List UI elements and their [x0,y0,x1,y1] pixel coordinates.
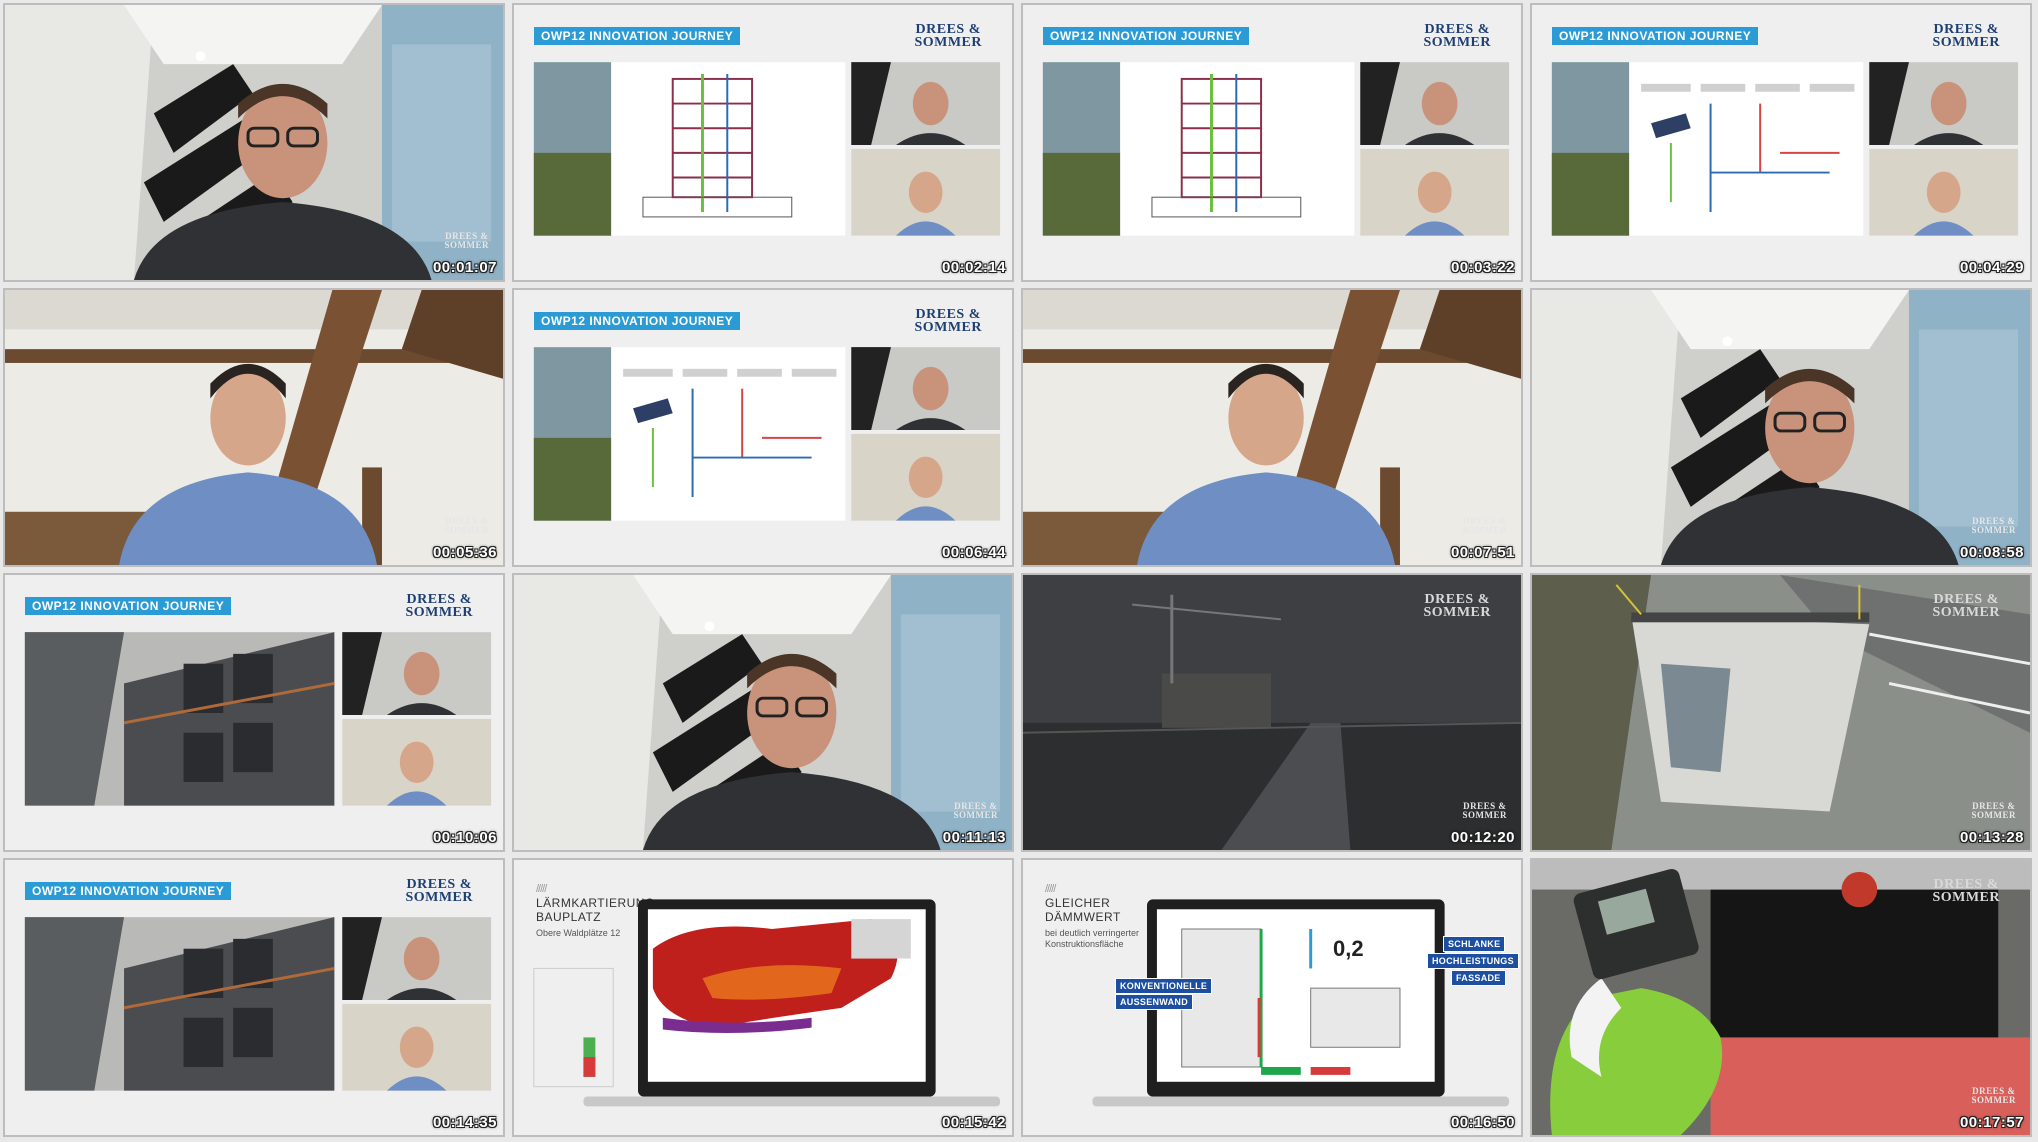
drees-sommer-watermark: DREES & SOMMER [953,801,998,820]
tag-outer-wall: AUSSENWAND [1115,994,1194,1010]
building-diagram [1042,62,1510,236]
video-thumbnail[interactable]: DREES & SOMMER DREES & SOMMER 00:13:28 [1530,573,2032,852]
insulation-value: 0,2 [1333,936,1364,961]
video-thumbnail[interactable]: DREES & SOMMER 00:08:58 [1530,288,2032,567]
drees-sommer-watermark: DREES & SOMMER [1462,516,1507,535]
thumbnail-timestamp: 00:04:29 [1959,259,2024,276]
video-thumbnail[interactable]: ///// GLEICHER DÄMMWERT bei deutlich ver… [1021,858,1523,1137]
video-thumbnail[interactable]: DREES & SOMMER DREES & SOMMER 00:17:57 [1530,858,2032,1137]
facade-photo [24,917,492,1091]
thumbnail-timestamp: 00:07:51 [1450,544,1515,561]
thumbnail-timestamp: 00:17:57 [1959,1114,2024,1131]
tag-conventional: KONVENTIONELLE [1115,978,1213,994]
thumbnail-timestamp: 00:06:44 [941,544,1006,561]
video-thumbnail[interactable]: OWP12 INNOVATION JOURNEY DREES & SOMMER 0… [1021,3,1523,282]
thumbnail-timestamp: 00:01:07 [432,259,497,276]
video-thumbnail[interactable]: DREES & SOMMER 00:05:36 [3,288,505,567]
drees-sommer-watermark: DREES & SOMMER [1462,801,1507,820]
drees-sommer-watermark: DREES & SOMMER [1971,516,2016,535]
laptop-noise-map [533,899,1001,1107]
energy-concept-diagram [1551,62,2019,236]
drees-sommer-logo: DREES & SOMMER [1932,877,2000,905]
thumbnail-timestamp: 00:12:20 [1450,829,1515,846]
thumbnail-timestamp: 00:02:14 [941,259,1006,276]
tag-facade: FASSADE [1451,970,1506,986]
drees-sommer-watermark: DREES & SOMMER [1971,801,2016,820]
tag-slim: SCHLANKE [1443,936,1506,952]
webcam-frame-office [5,5,503,280]
thumbnail-timestamp: 00:11:13 [942,829,1006,846]
laptop-wall-section [1092,899,1510,1107]
thumbnail-timestamp: 00:16:50 [1450,1114,1515,1131]
webcam-frame-attic [1023,290,1521,565]
facade-photo [24,632,492,806]
drees-sommer-watermark: DREES & SOMMER [444,516,489,535]
thumbnail-timestamp: 00:03:22 [1450,259,1515,276]
video-thumbnail[interactable]: OWP12 INNOVATION JOURNEY DREES & SOMMER 0… [1530,3,2032,282]
drees-sommer-watermark: DREES & SOMMER [444,231,489,250]
video-thumbnail[interactable]: DREES & SOMMER 00:11:13 [512,573,1014,852]
building-diagram [533,62,1001,236]
drees-sommer-logo: DREES & SOMMER [1932,592,2000,620]
video-thumbnail[interactable]: DREES & SOMMER 00:01:07 [3,3,505,282]
video-thumbnail[interactable]: OWP12 INNOVATION JOURNEY DREES & SOMMER 0… [3,858,505,1137]
thumbnail-timestamp: 00:08:58 [1959,544,2024,561]
webcam-frame-attic [5,290,503,565]
webcam-frame-office [514,575,1012,850]
thumbnail-timestamp: 00:15:42 [941,1114,1006,1131]
drees-sommer-logo: DREES & SOMMER [1423,592,1491,620]
video-thumbnail[interactable]: OWP12 INNOVATION JOURNEY DREES & SOMMER 0… [512,3,1014,282]
thumbnail-timestamp: 00:05:36 [432,544,497,561]
video-thumbnail[interactable]: DREES & SOMMER 00:07:51 [1021,288,1523,567]
thumbnail-timestamp: 00:13:28 [1959,829,2024,846]
video-thumbnail[interactable]: DREES & SOMMER DREES & SOMMER 00:12:20 [1021,573,1523,852]
drees-sommer-watermark: DREES & SOMMER [1971,1086,2016,1105]
thumbnail-timestamp: 00:10:06 [432,829,497,846]
thumbnail-timestamp: 00:14:35 [432,1114,497,1131]
energy-concept-diagram [533,347,1001,521]
video-thumbnail[interactable]: ///// LÄRMKARTIERUNG BAUPLATZ Obere Wald… [512,858,1014,1137]
thumbnail-grid: DREES & SOMMER 00:01:07 OWP12 INNOVATION … [0,0,2038,1142]
video-thumbnail[interactable]: OWP12 INNOVATION JOURNEY DREES & SOMMER 0… [3,573,505,852]
tag-high-performance: HOCHLEISTUNGS [1427,953,1519,969]
video-thumbnail[interactable]: OWP12 INNOVATION JOURNEY DREES & SOMMER 0… [512,288,1014,567]
webcam-frame-office [1532,290,2030,565]
